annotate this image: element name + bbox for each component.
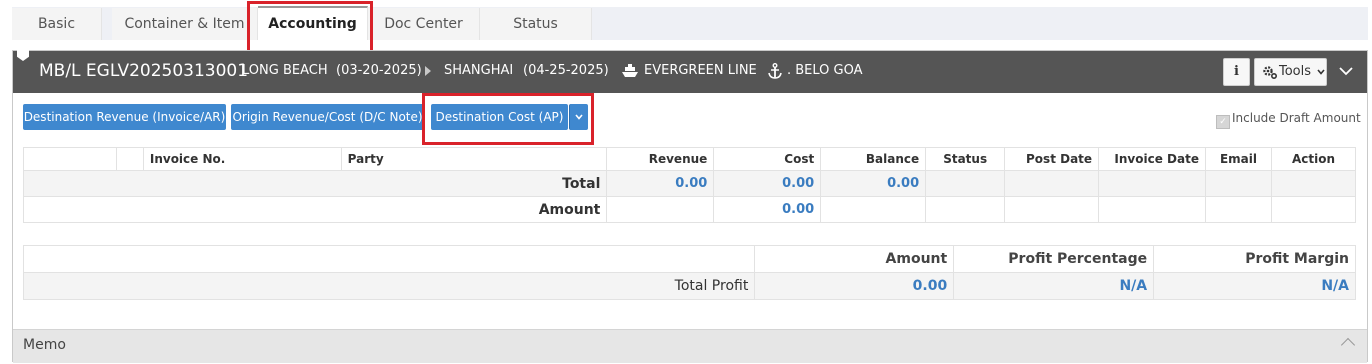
tools-button[interactable]: Tools [1254,58,1327,86]
total-profit-label: Total Profit [22,272,756,300]
origin-port: LONG BEACH [242,63,328,78]
total-profit-percentage: N/A [953,272,1155,300]
tab-bar: Basic Container & Item Accounting Doc Ce… [0,0,1372,40]
tab-doc-center[interactable]: Doc Center [368,8,480,40]
total-label: Total [22,170,608,197]
invoice-table: Invoice No. Party Revenue Cost Balance S… [22,147,1357,223]
destination-port: SHANGHAI [444,63,514,78]
total-cost: 0.00 [713,170,822,197]
destination-cost-dropdown[interactable] [569,104,588,130]
ship-icon [622,64,638,77]
profit-amount-header: Amount [754,245,955,273]
select-column-header [23,147,117,171]
invoice-no-header: Invoice No. [142,147,342,171]
info-icon: i [1234,64,1239,79]
collapse-chevron-icon[interactable] [1339,67,1353,76]
destination-revenue-button[interactable]: Destination Revenue (Invoice/AR) [23,104,226,130]
profit-margin-header: Profit Margin [1153,245,1356,273]
tab-container-item[interactable]: Container & Item [112,8,258,40]
tab-status[interactable]: Status [480,8,592,40]
checkbox-check-icon: ✓ [1216,115,1230,129]
profit-percentage-header: Profit Percentage [953,245,1155,273]
caret-right-icon [425,66,431,76]
destination-date: (04-25-2025) [523,63,609,78]
bookmark-icon [17,47,29,61]
gears-icon [1263,66,1277,79]
include-draft-checkbox[interactable]: ✓ Include Draft Amount [1216,110,1361,129]
origin-revenue-cost-button[interactable]: Origin Revenue/Cost (D/C Note) [231,104,424,130]
destination-cost-button[interactable]: Destination Cost (AP) [431,104,568,130]
memo-section[interactable]: Memo [13,329,1367,363]
chevron-down-icon [1317,69,1325,75]
tab-accounting[interactable]: Accounting [258,6,368,40]
amount-row: Amount 0.00 [22,196,1357,223]
origin-date: (03-20-2025) [336,63,422,78]
carrier-name: EVERGREEN LINE [644,63,757,78]
shipment-header: MB/L EGLV20250313001 LONG BEACH (03-20-2… [13,47,1367,93]
total-profit-amount: 0.00 [754,272,955,300]
anchor-icon [768,63,782,79]
action-header: Action [1270,147,1357,171]
email-header: Email [1204,147,1272,171]
revenue-header: Revenue [606,147,715,171]
status-header: Status [925,147,1006,171]
party-header: Party [340,147,608,171]
amount-label: Amount [22,196,608,223]
table-header-row: Invoice No. Party Revenue Cost Balance S… [23,147,1357,171]
accounting-panel: MB/L EGLV20250313001 LONG BEACH (03-20-2… [12,47,1368,363]
amount-cost: 0.00 [713,196,822,223]
expand-column-header [115,147,144,171]
total-row: Total 0.00 0.00 0.00 [22,170,1357,197]
total-profit-row: Total Profit 0.00 N/A N/A [22,272,1356,300]
cost-header: Cost [713,147,822,171]
profit-header-row: Amount Profit Percentage Profit Margin [22,245,1356,273]
chevron-up-icon[interactable] [1340,337,1356,353]
tab-basic[interactable]: Basic [12,8,102,40]
memo-label: Memo [23,337,66,353]
vessel-name: . BELO GOA [787,63,863,78]
invoice-date-header: Invoice Date [1098,147,1206,171]
mbl-number: MB/L EGLV20250313001 [39,61,249,81]
include-draft-label: Include Draft Amount [1232,111,1361,125]
chevron-down-icon [575,114,583,120]
info-button[interactable]: i [1223,58,1250,86]
tools-label: Tools [1279,64,1312,79]
balance-header: Balance [820,147,927,171]
total-balance: 0.00 [820,170,927,197]
total-revenue: 0.00 [606,170,715,197]
post-date-header: Post Date [1004,147,1100,171]
profit-summary-table: Amount Profit Percentage Profit Margin T… [22,245,1356,300]
total-profit-margin: N/A [1153,272,1356,300]
